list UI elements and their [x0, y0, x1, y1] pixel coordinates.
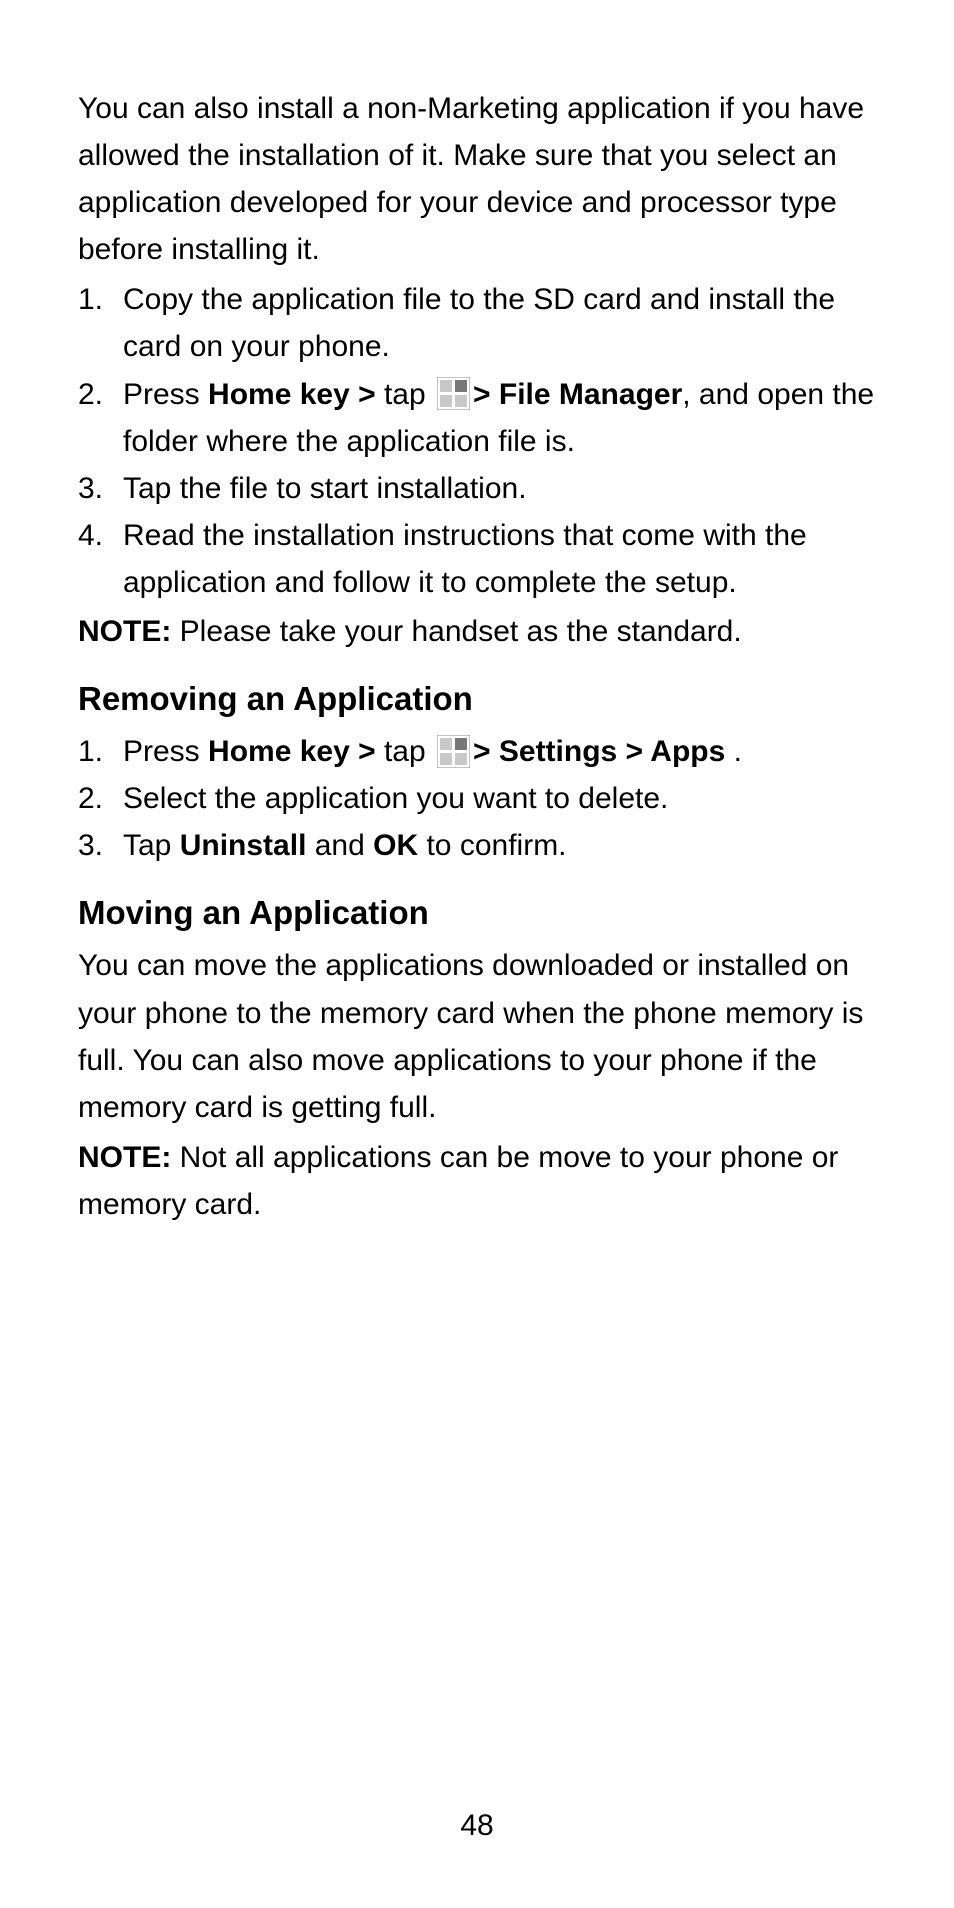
list-item: 2. Press Home key > tap > File Manager, … [78, 371, 876, 465]
list-number: 1. [78, 276, 123, 370]
text-segment: and [306, 829, 373, 862]
text-segment: tap [384, 735, 434, 768]
list-text: Select the application you want to delet… [123, 775, 876, 822]
removing-heading: Removing an Application [78, 680, 876, 718]
list-text: Press Home key > tap > Settings > Apps . [123, 728, 876, 775]
bold-text: > Settings > Apps [473, 735, 725, 768]
apps-grid-icon [437, 735, 470, 768]
list-text: Press Home key > tap > File Manager, and… [123, 371, 876, 465]
text-segment: Tap [123, 829, 180, 862]
moving-heading: Moving an Application [78, 894, 876, 932]
note-label: NOTE: [78, 1141, 180, 1174]
note-label: NOTE: [78, 615, 180, 648]
apps-grid-icon [437, 377, 470, 410]
note-text: Not all applications can be move to your… [78, 1141, 838, 1221]
page-number: 48 [0, 1809, 954, 1843]
bold-text: Home key > [208, 735, 384, 768]
text-segment: Press [123, 378, 208, 411]
list-text: Tap the file to start installation. [123, 465, 876, 512]
list-item: 1. Press Home key > tap > Settings > App… [78, 728, 876, 775]
list-number: 4. [78, 512, 123, 606]
document-page: You can also install a non-Marketing app… [0, 0, 954, 1228]
note-paragraph: NOTE: Not all applications can be move t… [78, 1134, 876, 1228]
list-item: 3. Tap the file to start installation. [78, 465, 876, 512]
bold-text: Uninstall [180, 829, 307, 862]
note-paragraph: NOTE: Please take your handset as the st… [78, 608, 876, 655]
list-number: 2. [78, 371, 123, 465]
list-number: 2. [78, 775, 123, 822]
text-segment: to confirm. [418, 829, 566, 862]
bold-text: > File Manager [473, 378, 682, 411]
list-number: 3. [78, 465, 123, 512]
text-segment: . [725, 735, 742, 768]
bold-text: OK [373, 829, 418, 862]
text-segment: Press [123, 735, 208, 768]
list-item: 2. Select the application you want to de… [78, 775, 876, 822]
note-text: Please take your handset as the standard… [180, 615, 742, 648]
install-steps-list: 1. Copy the application file to the SD c… [78, 276, 876, 606]
bold-text: Home key > [208, 378, 384, 411]
list-number: 3. [78, 822, 123, 869]
list-text: Tap Uninstall and OK to confirm. [123, 822, 876, 869]
list-item: 1. Copy the application file to the SD c… [78, 276, 876, 370]
list-text: Read the installation instructions that … [123, 512, 876, 606]
remove-steps-list: 1. Press Home key > tap > Settings > App… [78, 728, 876, 869]
list-text: Copy the application file to the SD card… [123, 276, 876, 370]
text-segment: tap [384, 378, 434, 411]
list-item: 4. Read the installation instructions th… [78, 512, 876, 606]
move-paragraph: You can move the applications downloaded… [78, 942, 876, 1130]
list-item: 3. Tap Uninstall and OK to confirm. [78, 822, 876, 869]
list-number: 1. [78, 728, 123, 775]
intro-paragraph: You can also install a non-Marketing app… [78, 85, 876, 273]
